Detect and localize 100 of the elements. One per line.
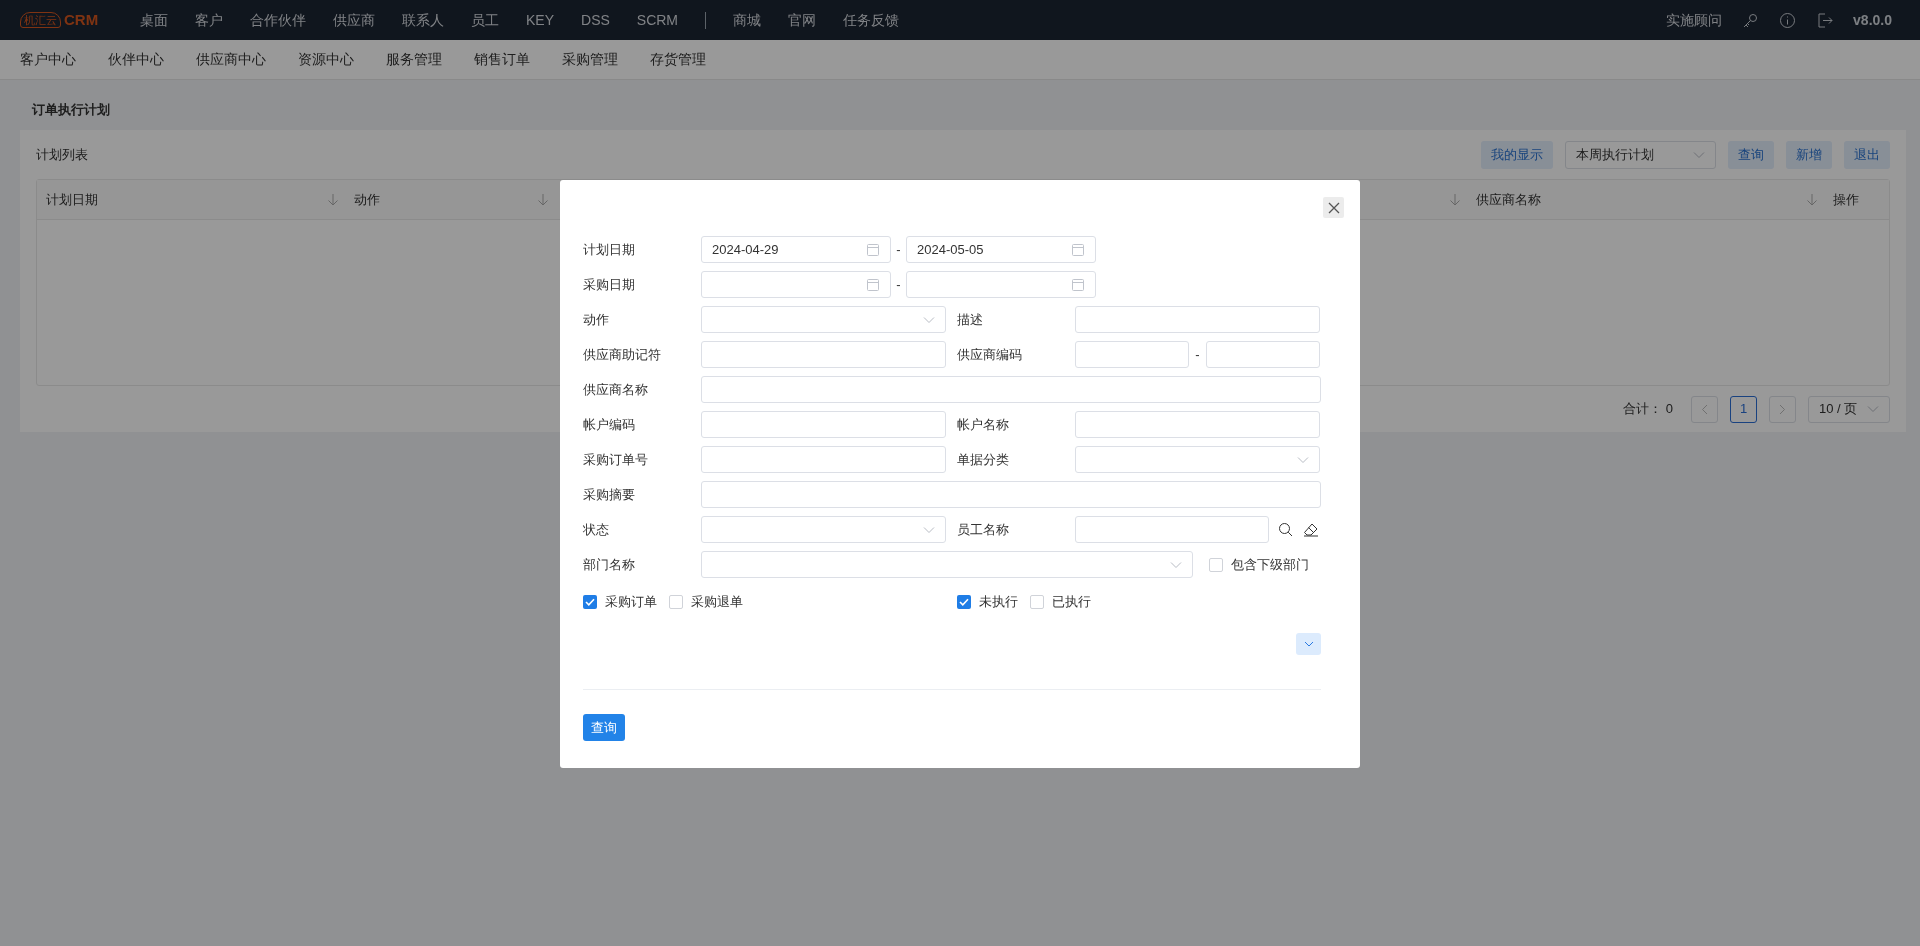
check-icon [959,598,969,606]
field-label: 供应商助记符 [583,345,662,364]
sub-nav-link[interactable]: 服务管理 [386,49,442,70]
field-label: 帐户编码 [583,415,636,434]
user-role-link[interactable]: 实施顾问 [1666,9,1723,31]
select-field[interactable] [701,306,946,333]
nav-link[interactable]: 任务反馈 [843,9,900,31]
expand-button[interactable] [1296,633,1321,655]
info-icon[interactable] [1779,11,1797,29]
field-label: 计划日期 [583,240,636,259]
list-title: 计划列表 [36,145,88,164]
nav-link[interactable]: 联系人 [402,9,444,31]
column-header: 供应商名称 [1476,190,1541,209]
eraser-icon[interactable] [1303,522,1319,537]
field-label: 描述 [957,310,984,329]
date-field[interactable]: 2024-05-05 [906,236,1096,263]
text-field[interactable] [1075,516,1269,543]
field-label: 供应商名称 [583,380,649,399]
range-separator: - [1194,345,1201,364]
field-label: 部门名称 [583,555,636,574]
sort-arrow-icon [1449,193,1461,206]
toolbar-button[interactable]: 退出 [1844,140,1890,169]
text-field[interactable] [701,411,946,438]
nav-link[interactable]: 合作伙伴 [250,9,306,31]
field-label: 动作 [583,310,610,329]
nav-link[interactable]: 官网 [788,9,817,31]
nav-link[interactable]: 员工 [471,9,499,31]
logout-icon[interactable] [1816,11,1834,29]
page-number-button[interactable]: 1 [1730,395,1757,423]
page-title: 订单执行计划 [32,101,110,120]
select-field[interactable] [701,516,946,543]
field-label: 采购日期 [583,275,636,294]
nav-link[interactable]: SCRM [636,9,679,31]
sort-arrow-icon [327,193,339,206]
text-field[interactable] [701,376,1321,403]
field-label: 状态 [583,520,610,539]
toolbar-button[interactable]: 新增 [1786,140,1832,169]
text-field[interactable] [701,446,946,473]
date-field[interactable] [906,271,1096,298]
query-button[interactable]: 查询 [583,714,625,741]
nav-link[interactable]: 商城 [733,9,762,31]
next-page-button[interactable] [1769,395,1796,423]
logo-text: CRM [64,9,99,30]
nav-link[interactable]: 供应商 [333,9,375,31]
key-icon[interactable] [1742,11,1760,29]
field-label: 采购摘要 [583,485,636,504]
checkbox[interactable] [1209,557,1223,572]
check-icon [585,598,595,606]
text-field[interactable] [1075,306,1320,333]
column-header: 计划日期 [46,190,98,209]
select-field[interactable] [1075,446,1320,473]
chevron-down-icon [923,525,935,534]
sub-nav-link[interactable]: 伙伴中心 [108,49,164,70]
text-field[interactable] [701,481,1321,508]
close-button[interactable] [1323,197,1344,218]
checkbox[interactable] [669,595,683,609]
calendar-icon [866,242,880,257]
previous-page-button[interactable] [1691,395,1718,423]
text-field[interactable] [1075,341,1189,368]
chevron-down-icon [1303,641,1314,647]
my-view-button[interactable]: 我的显示 [1481,140,1553,169]
page-size-select[interactable]: 10 / 页 [1808,395,1890,423]
sub-nav-link[interactable]: 供应商中心 [196,49,266,70]
logo-badge: 机汇云 [20,12,61,28]
chevron-down-icon [923,315,935,324]
search-icon[interactable] [1278,522,1293,537]
field-label: 帐户名称 [957,415,1010,434]
nav-link[interactable]: 客户 [195,9,223,31]
toolbar-button[interactable]: 查询 [1728,140,1774,169]
sub-nav-link[interactable]: 存货管理 [650,49,706,70]
sub-nav-link[interactable]: 客户中心 [20,49,76,70]
checkbox-label: 未执行 [979,593,1018,612]
sort-arrow-icon [537,193,549,206]
text-field[interactable] [1206,341,1320,368]
field-label: 采购订单号 [583,450,649,469]
date-field[interactable] [701,271,891,298]
field-label: 单据分类 [957,450,1010,469]
column-header: 操作 [1833,190,1859,209]
sort-arrow-icon [1806,193,1818,206]
plan-select[interactable]: 本周执行计划 [1565,140,1716,169]
sub-nav-link[interactable]: 销售订单 [474,49,530,70]
version-label: v8.0.0 [1853,10,1892,30]
checkbox[interactable] [583,595,597,609]
nav-link[interactable]: 桌面 [140,9,168,31]
nav-link[interactable]: DSS [581,9,610,31]
chevron-left-icon [1701,403,1708,415]
text-field[interactable] [1075,411,1320,438]
column-header: 动作 [354,190,380,209]
checkbox[interactable] [957,595,971,609]
nav-link[interactable]: KEY [526,9,554,31]
date-field[interactable]: 2024-04-29 [701,236,891,263]
text-field[interactable] [701,341,946,368]
sub-nav-link[interactable]: 采购管理 [562,49,618,70]
range-separator: - [895,275,902,294]
checkbox-label: 已执行 [1052,593,1091,612]
total-label: 合计： [1622,400,1662,419]
chevron-right-icon [1779,403,1786,415]
sub-nav-link[interactable]: 资源中心 [298,49,354,70]
checkbox[interactable] [1030,595,1044,609]
select-field[interactable] [701,551,1193,578]
